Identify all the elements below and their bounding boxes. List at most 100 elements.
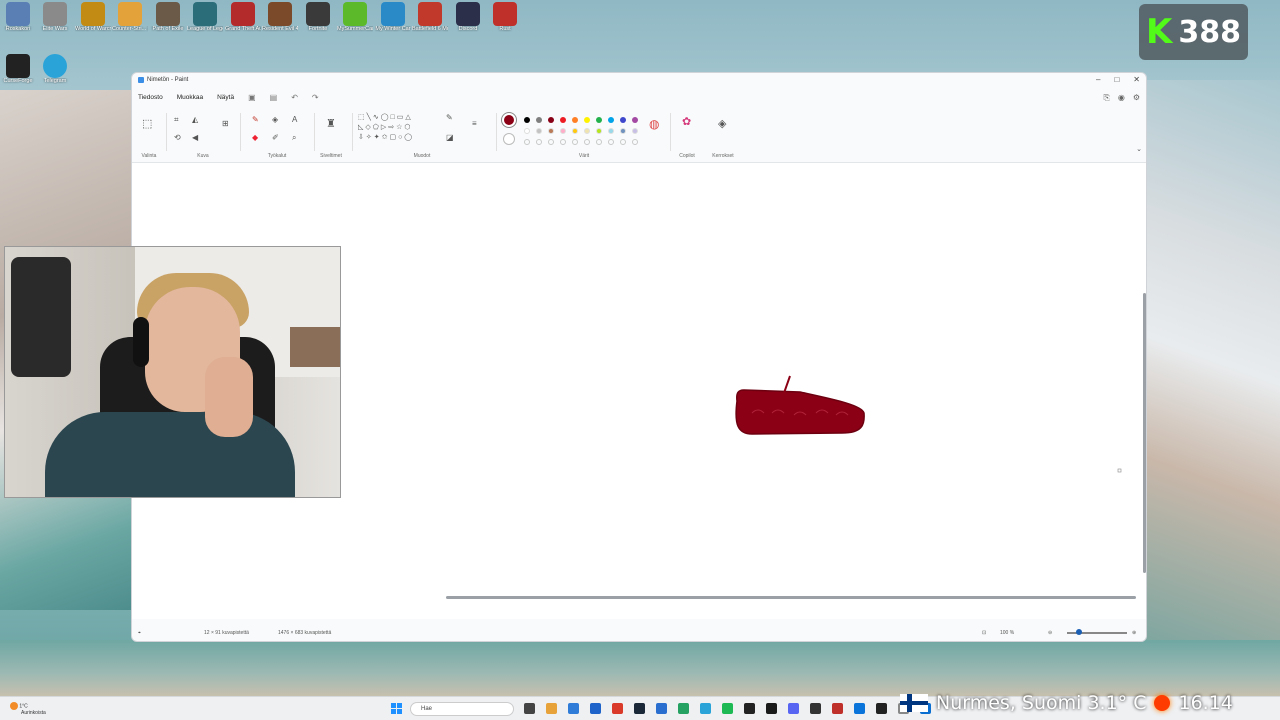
desktop-icon-mywintercar[interactable]: My Winter Car [375, 2, 411, 32]
palette-swatch[interactable] [560, 117, 566, 123]
zoom-slider-thumb[interactable] [1076, 629, 1082, 635]
taskbar-app-icon[interactable] [832, 703, 843, 714]
palette-swatch[interactable] [596, 128, 602, 134]
canvas-resize-handle[interactable] [1117, 468, 1122, 473]
taskbar-app-icon[interactable] [722, 703, 733, 714]
custom-color-slot[interactable] [536, 139, 542, 145]
palette-swatch[interactable] [548, 128, 554, 134]
taskbar-app-icon[interactable] [810, 703, 821, 714]
palette-swatch[interactable] [536, 117, 542, 123]
maximize-button[interactable]: □ [1114, 75, 1119, 84]
desktop-icon-app[interactable]: Elite Wars [37, 2, 73, 32]
menu-edit[interactable]: Muokkaa [177, 94, 203, 101]
taskbar-app-icon[interactable] [568, 703, 579, 714]
primary-color-swatch[interactable] [502, 113, 516, 127]
redo-icon[interactable]: ↷ [312, 93, 319, 102]
secondary-color-swatch[interactable] [503, 133, 515, 145]
taskbar-app-icon[interactable] [788, 703, 799, 714]
collapse-ribbon-icon[interactable]: ⌄ [1136, 145, 1142, 153]
taskbar-app-icon[interactable] [766, 703, 777, 714]
taskbar-app-icon[interactable] [678, 703, 689, 714]
palette-swatch[interactable] [632, 117, 638, 123]
flip-icon[interactable]: ◀ [192, 133, 198, 142]
image-ai-icon[interactable]: ◭ [192, 115, 198, 124]
taskbar-app-icon[interactable] [854, 703, 865, 714]
fill-icon[interactable]: ◪ [446, 133, 454, 142]
custom-color-slot[interactable] [572, 139, 578, 145]
shapes-gallery[interactable]: ⬚╲∿◯□▭△ ◺◇⬠▷⇨☆⬡ ⇩✧✦✩▢○◯ [358, 113, 414, 143]
custom-color-slot[interactable] [584, 139, 590, 145]
text-tool-icon[interactable]: A [292, 115, 297, 124]
copilot-icon[interactable]: ✿ [682, 115, 691, 128]
taskbar-search[interactable]: Hae [410, 702, 514, 716]
eraser-icon[interactable]: ◆ [252, 133, 258, 142]
fill-bucket-icon[interactable]: ◈ [272, 115, 278, 124]
palette-swatch[interactable] [536, 128, 542, 134]
taskbar-app-icon[interactable] [700, 703, 711, 714]
zoom-out-icon[interactable]: ⊖ [1048, 630, 1052, 636]
palette-swatch[interactable] [572, 117, 578, 123]
palette-swatch[interactable] [560, 128, 566, 134]
save-icon[interactable]: ▣ [248, 93, 256, 102]
desktop-icon-cs2[interactable]: Counter-Stri... 2 [112, 2, 148, 32]
color-picker-icon[interactable]: ✐ [272, 133, 279, 142]
resize-icon[interactable]: ⊞ [222, 119, 229, 128]
account-icon[interactable]: ◉ [1118, 93, 1125, 103]
open-icon[interactable]: ▤ [270, 93, 278, 102]
palette-swatch[interactable] [584, 117, 590, 123]
desktop-icon-telegram[interactable]: Telegram [37, 54, 73, 84]
palette-swatch[interactable] [608, 117, 614, 123]
taskbar-app-icon[interactable] [744, 703, 755, 714]
brush-icon[interactable]: ♜ [326, 117, 336, 130]
desktop-icon-wow[interactable]: World of Warcraft [75, 2, 111, 32]
close-button[interactable]: ✕ [1133, 75, 1140, 84]
edit-colors-icon[interactable]: ◍ [649, 117, 659, 131]
desktop-icon-discord[interactable]: Discord [450, 2, 486, 32]
taskbar-app-icon[interactable] [876, 703, 887, 714]
vertical-scrollbar[interactable] [1143, 293, 1146, 573]
palette-swatch[interactable] [584, 128, 590, 134]
palette-swatch[interactable] [620, 117, 626, 123]
taskbar-app-icon[interactable] [546, 703, 557, 714]
desktop-icon-battlefield[interactable]: Battlefield 6 Multiplayer [412, 2, 448, 32]
rotate-icon[interactable]: ⟲ [174, 133, 181, 142]
custom-color-slot[interactable] [524, 139, 530, 145]
crop-icon[interactable]: ⌗ [174, 115, 179, 125]
share-icon[interactable]: ⎘ [1103, 93, 1109, 103]
taskbar-app-icon[interactable] [524, 703, 535, 714]
outline-icon[interactable]: ✎ [446, 113, 453, 122]
palette-swatch[interactable] [632, 128, 638, 134]
custom-color-slot[interactable] [560, 139, 566, 145]
custom-color-slot[interactable] [608, 139, 614, 145]
minimize-button[interactable]: – [1096, 75, 1100, 84]
menu-file[interactable]: Tiedosto [138, 94, 163, 101]
palette-swatch[interactable] [524, 128, 530, 134]
taskbar-app-icon[interactable] [590, 703, 601, 714]
desktop-icon-re4[interactable]: Resident Evil 4 Remake [262, 2, 298, 32]
pencil-icon[interactable]: ✎ [252, 115, 259, 124]
desktop-icon-rust[interactable]: Rust [487, 2, 523, 32]
desktop-icon-gta[interactable]: Grand Theft Auto V [225, 2, 261, 32]
start-button[interactable] [391, 703, 403, 715]
palette-swatch[interactable] [572, 128, 578, 134]
desktop-icon-curseforge[interactable]: CurseForge [0, 54, 36, 84]
palette-swatch[interactable] [524, 117, 530, 123]
settings-gear-icon[interactable]: ⚙ [1133, 93, 1140, 103]
desktop-icon-poe[interactable]: Path of Exile [150, 2, 186, 32]
palette-swatch[interactable] [608, 128, 614, 134]
desktop-icon-mysummercar[interactable]: MySummerCar [337, 2, 373, 32]
desktop-icon-fortnite[interactable]: Fortnite [300, 2, 336, 32]
magnifier-icon[interactable]: ⌕ [292, 133, 296, 143]
layers-icon[interactable]: ◈ [718, 117, 726, 130]
palette-swatch[interactable] [596, 117, 602, 123]
fit-icon[interactable]: ⊡ [982, 630, 986, 636]
taskbar-app-icon[interactable] [612, 703, 623, 714]
custom-color-slot[interactable] [620, 139, 626, 145]
custom-color-slot[interactable] [596, 139, 602, 145]
palette-swatch[interactable] [620, 128, 626, 134]
undo-icon[interactable]: ↶ [291, 93, 298, 102]
custom-color-slot[interactable] [548, 139, 554, 145]
desktop-icon-recycle-bin[interactable]: Roskakori [0, 2, 36, 32]
weather-widget[interactable]: 1°C Aurinkoista [10, 702, 46, 716]
taskbar-app-icon[interactable] [656, 703, 667, 714]
